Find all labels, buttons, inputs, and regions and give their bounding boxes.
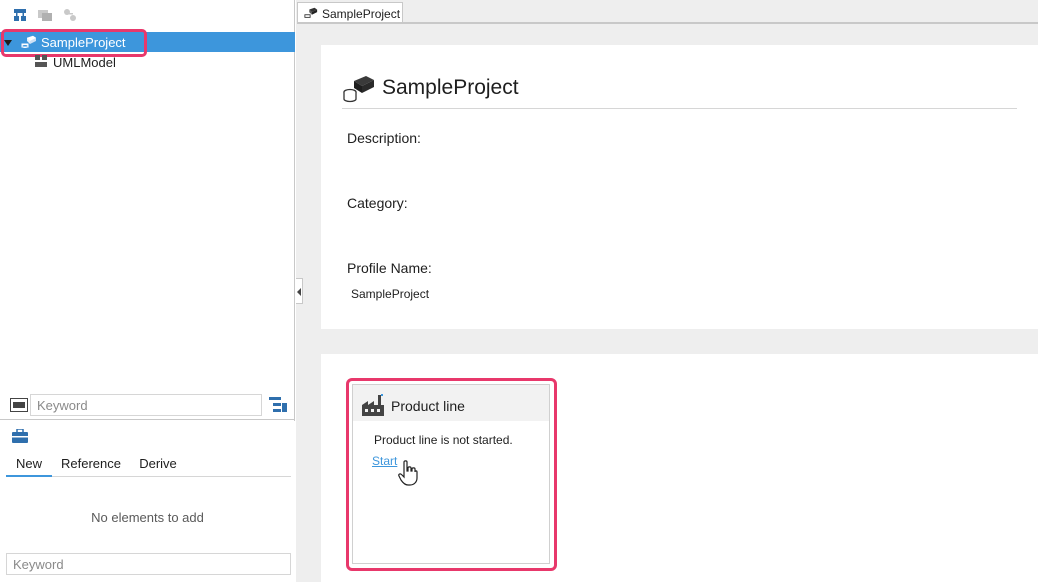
- toolbox-tabs: New Reference Derive: [6, 453, 291, 477]
- tab-derive[interactable]: Derive: [138, 455, 178, 477]
- empty-message: No elements to add: [91, 510, 204, 525]
- tab-label: SampleProject: [322, 7, 401, 21]
- tree-item-umlmodel[interactable]: UMLModel: [0, 52, 295, 72]
- hierarchy-icon[interactable]: [12, 7, 28, 23]
- profile-name-value: SampleProject: [351, 287, 430, 301]
- highlight-box: [346, 378, 557, 571]
- project-icon: [304, 6, 318, 20]
- model-browser-panel: SampleProject UMLModel New Reference Der…: [0, 0, 295, 582]
- toolbox-search-input[interactable]: [6, 553, 291, 575]
- hand-cursor-icon: [398, 460, 418, 486]
- tree-toolbar: [0, 0, 295, 30]
- toolbox-panel: New Reference Derive No elements to add: [0, 421, 295, 582]
- tree-search-bar: [0, 390, 295, 420]
- divider: [342, 108, 1017, 109]
- tab-reference[interactable]: Reference: [60, 455, 122, 477]
- filter-icon[interactable]: [269, 397, 287, 413]
- page-title: SampleProject: [382, 76, 519, 99]
- tab-sampleproject[interactable]: SampleProject: [297, 2, 403, 23]
- category-label: Category:: [347, 195, 408, 211]
- tab-divider: [297, 22, 1038, 24]
- uml-model-icon: [35, 55, 47, 67]
- model-icon[interactable]: [62, 7, 78, 23]
- project-icon: [342, 73, 376, 103]
- diagram-icon[interactable]: [37, 7, 53, 23]
- collapse-panel-button[interactable]: [296, 278, 303, 304]
- toolbox-icon: [12, 428, 28, 443]
- tree-search-input[interactable]: [30, 394, 262, 416]
- chevron-left-icon: [297, 288, 301, 296]
- tree-item-label: UMLModel: [53, 55, 116, 70]
- tab-new[interactable]: New: [6, 455, 52, 477]
- abc-icon[interactable]: [10, 398, 28, 412]
- profile-name-label: Profile Name:: [347, 260, 432, 276]
- description-label: Description:: [347, 130, 421, 146]
